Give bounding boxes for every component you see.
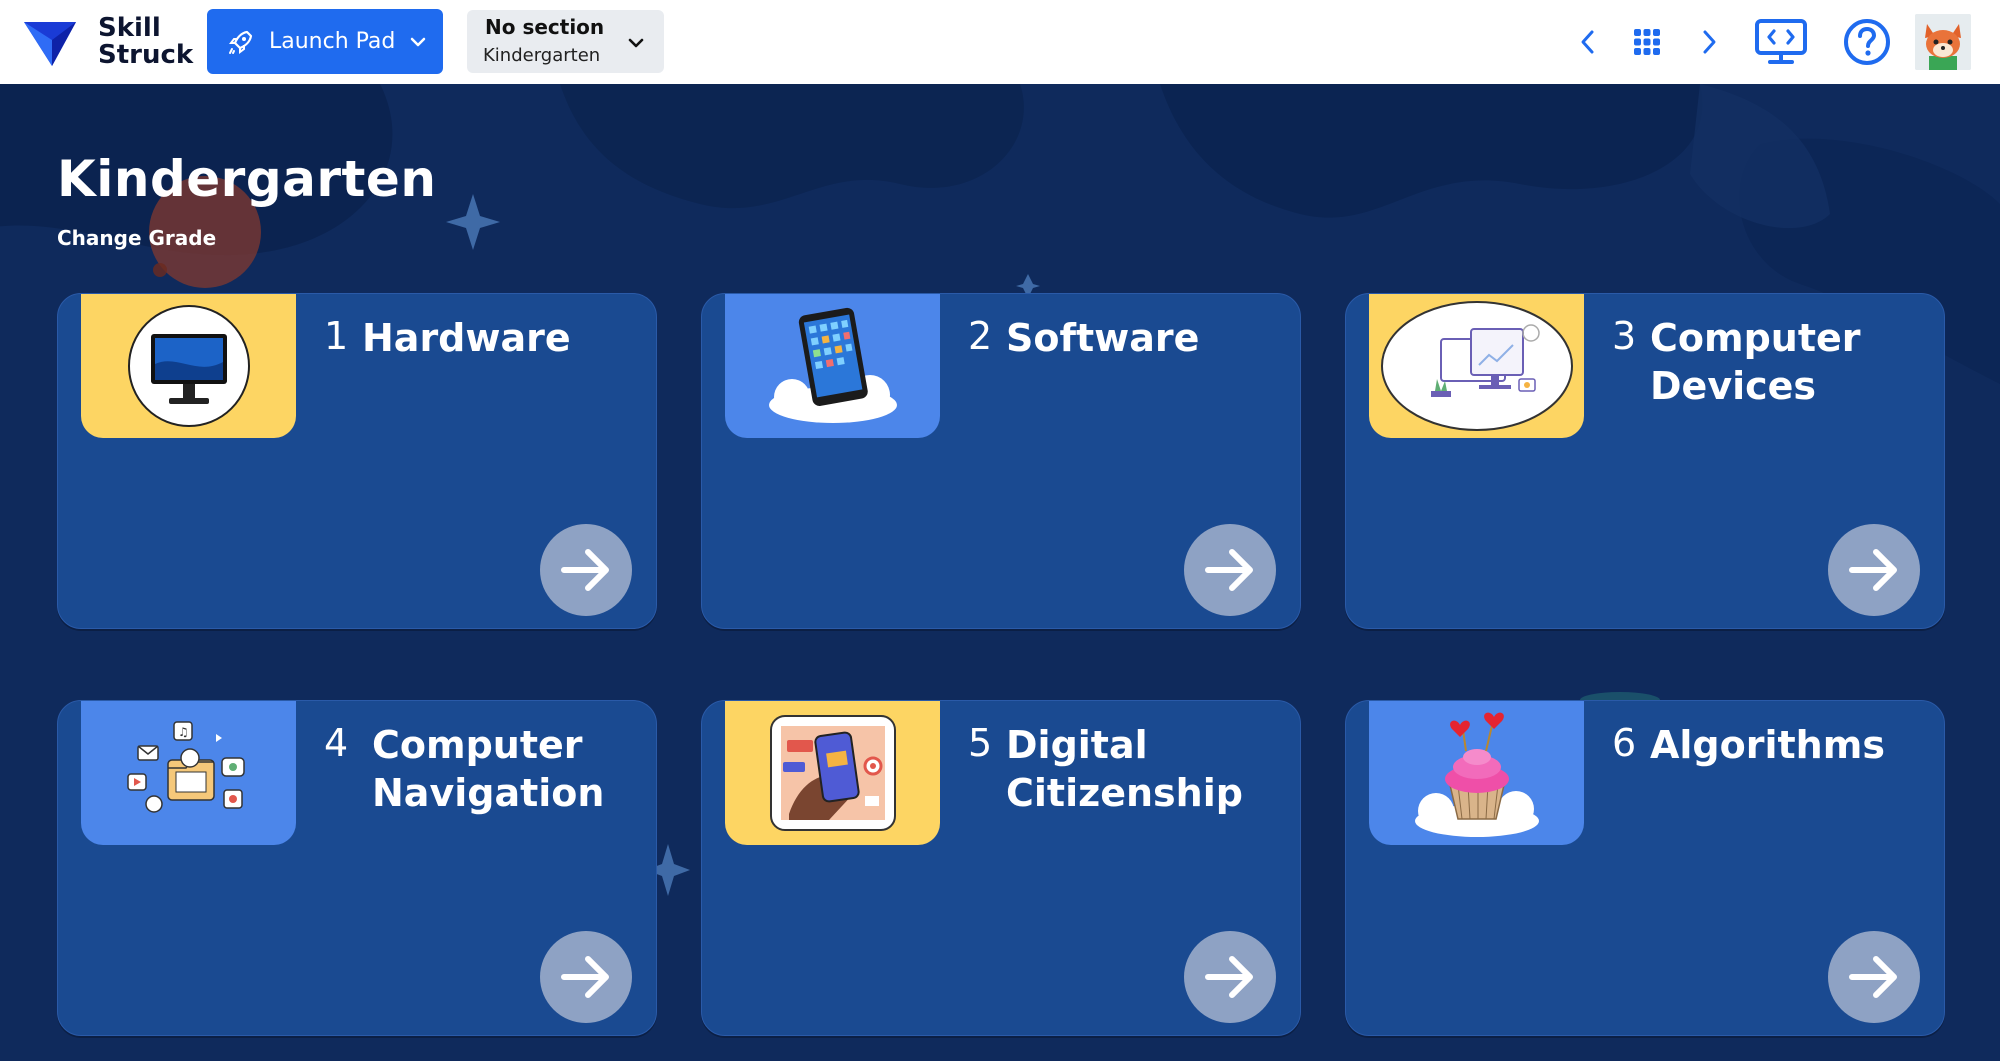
open-unit-button[interactable] — [1184, 524, 1276, 616]
open-unit-button[interactable] — [540, 524, 632, 616]
unit-card-computer-navigation[interactable]: ♫ 4 Computer Navigation — [57, 700, 657, 1036]
unit-title: Hardware — [362, 316, 571, 360]
next-button[interactable] — [1697, 14, 1721, 70]
section-selector[interactable]: No section Kindergarten — [467, 10, 664, 73]
launch-pad-button[interactable]: Launch Pad — [207, 9, 443, 74]
open-unit-button[interactable] — [1184, 931, 1276, 1023]
arrow-right-icon — [1205, 956, 1253, 998]
files-and-apps-icon: ♫ — [126, 721, 245, 813]
apps-grid-button[interactable] — [1632, 14, 1662, 70]
unit-number: 4 — [324, 721, 349, 765]
unit-number: 5 — [968, 721, 993, 765]
brand-name-line2: Struck — [98, 40, 194, 70]
arrow-right-icon — [1849, 956, 1897, 998]
computer-devices-icon — [1380, 301, 1573, 431]
unit-card-algorithms[interactable]: 6 Algorithms — [1345, 700, 1945, 1036]
brand-name-line1: Skill — [98, 13, 161, 43]
unit-title: Computer Devices — [1650, 316, 1861, 408]
top-bar: Skill Struck Launch Pad No section Kinde… — [0, 0, 2000, 84]
open-unit-button[interactable] — [1828, 524, 1920, 616]
rocket-icon — [229, 30, 253, 54]
skillstruck-logo-icon — [24, 22, 76, 66]
card-thumbnail: ♫ — [81, 701, 296, 845]
previous-button[interactable] — [1576, 14, 1600, 70]
chevron-left-icon — [1581, 30, 1594, 54]
chevron-down-icon — [628, 38, 644, 48]
brand-name: Skill Struck — [98, 15, 193, 69]
card-thumbnail — [1369, 701, 1584, 845]
chevron-right-icon — [1703, 30, 1716, 54]
tablet-on-cloud-icon — [768, 307, 897, 423]
cupcake-on-cloud-icon — [1414, 712, 1539, 837]
help-icon — [1844, 19, 1890, 65]
unit-card-hardware[interactable]: 1 Hardware — [57, 293, 657, 629]
monitor-icon — [127, 305, 250, 427]
arrow-right-icon — [1849, 549, 1897, 591]
card-thumbnail — [81, 294, 296, 438]
card-thumbnail — [725, 701, 940, 845]
unit-title: Software — [1006, 316, 1200, 360]
code-monitor-icon — [1755, 19, 1807, 64]
card-thumbnail — [1369, 294, 1584, 438]
chevron-down-icon — [411, 37, 426, 46]
brand[interactable]: Skill Struck — [22, 14, 193, 70]
user-avatar[interactable] — [1915, 14, 1971, 70]
change-grade-link[interactable]: Change Grade — [57, 226, 216, 250]
unit-number: 1 — [324, 314, 349, 358]
arrow-right-icon — [1205, 549, 1253, 591]
unit-number: 3 — [1612, 314, 1637, 358]
unit-card-software[interactable]: 2 Software — [701, 293, 1301, 629]
unit-title: Algorithms — [1650, 723, 1885, 767]
launch-pad-label: Launch Pad — [269, 29, 396, 54]
unit-number: 6 — [1612, 721, 1637, 765]
grid-icon — [1634, 29, 1660, 55]
unit-title: Digital Citizenship — [1006, 723, 1243, 815]
open-unit-button[interactable] — [540, 931, 632, 1023]
code-editor-button[interactable] — [1754, 14, 1808, 70]
unit-number: 2 — [968, 314, 993, 358]
card-thumbnail — [725, 294, 940, 438]
fox-avatar-icon — [1915, 14, 1971, 70]
help-button[interactable] — [1842, 14, 1892, 70]
arrow-right-icon — [561, 549, 609, 591]
unit-card-digital-citizenship[interactable]: 5 Digital Citizenship — [701, 700, 1301, 1036]
page-title: Kindergarten — [57, 150, 437, 208]
open-unit-button[interactable] — [1828, 931, 1920, 1023]
svg-text:♫: ♫ — [178, 725, 189, 739]
phone-in-hand-icon — [769, 715, 896, 831]
arrow-right-icon — [561, 956, 609, 998]
unit-card-computer-devices[interactable]: 3 Computer Devices — [1345, 293, 1945, 629]
unit-title: Computer Navigation — [372, 723, 605, 815]
